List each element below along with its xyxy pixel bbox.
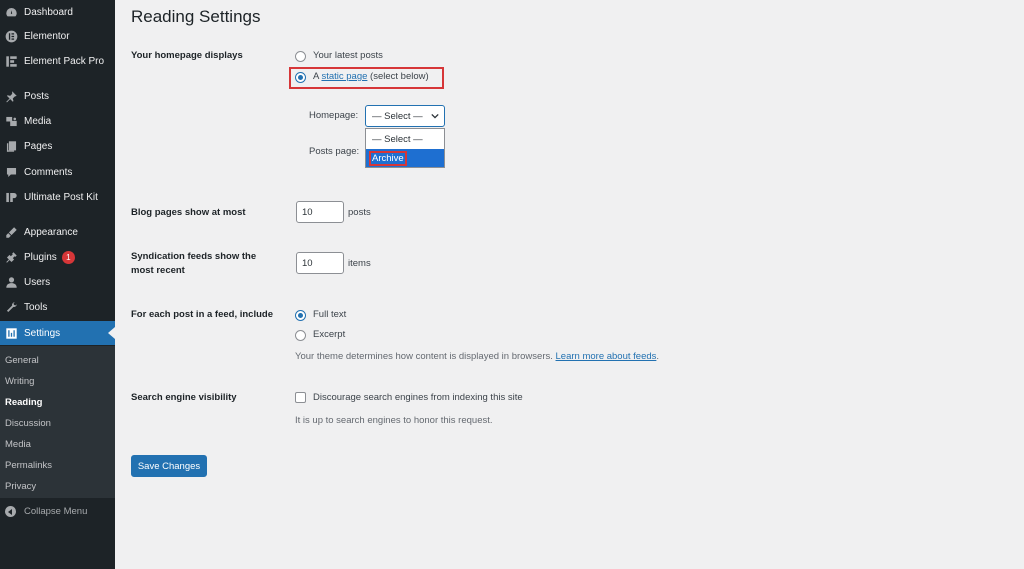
pages-icon bbox=[4, 139, 18, 153]
post-kit-icon bbox=[4, 190, 18, 204]
menu-label: Users bbox=[24, 276, 51, 288]
menu-label: Media bbox=[24, 115, 52, 127]
plugins-icon bbox=[4, 250, 18, 264]
settings-content: Reading Settings Your homepage displays … bbox=[115, 0, 1024, 569]
collapse-menu-button[interactable]: Collapse Menu bbox=[0, 506, 87, 517]
pin-icon bbox=[4, 89, 18, 103]
menu-label: Pages bbox=[24, 140, 53, 152]
menu-item-plugins[interactable]: Plugins 1 bbox=[0, 245, 115, 269]
appearance-icon bbox=[4, 225, 18, 239]
submenu-item-general[interactable]: General bbox=[5, 355, 39, 366]
latest-posts-label: Your latest posts bbox=[313, 50, 383, 61]
plugins-update-badge: 1 bbox=[61, 250, 75, 264]
static-suffix: (select below) bbox=[370, 71, 429, 82]
settings-submenu: General Writing Reading Discussion Media… bbox=[0, 346, 115, 498]
menu-item-settings[interactable]: Settings bbox=[0, 321, 115, 345]
posts-page-label: Posts page: bbox=[309, 146, 360, 157]
menu-item-dashboard[interactable]: Dashboard bbox=[0, 0, 115, 24]
submenu-item-discussion[interactable]: Discussion bbox=[5, 418, 51, 429]
menu-item-posts[interactable]: Posts bbox=[0, 84, 115, 108]
blog-pages-suffix: posts bbox=[348, 207, 371, 218]
full-text-radio[interactable] bbox=[295, 310, 306, 321]
archive-option-label: Archive bbox=[369, 150, 407, 166]
menu-label: Comments bbox=[24, 166, 73, 178]
homepage-dropdown-list: — Select — Archive bbox=[365, 128, 445, 168]
menu-item-elementor[interactable]: Elementor bbox=[0, 24, 115, 48]
blog-pages-label: Blog pages show at most bbox=[131, 207, 246, 218]
menu-label: Dashboard bbox=[24, 6, 73, 18]
search-visibility-note: It is up to search engines to honor this… bbox=[295, 415, 493, 426]
comments-icon bbox=[4, 165, 18, 179]
homepage-select-label: Homepage: bbox=[309, 110, 359, 121]
menu-item-comments[interactable]: Comments bbox=[0, 160, 115, 184]
static-page-option: A static page (select below) bbox=[313, 71, 429, 82]
dropdown-option-archive[interactable]: Archive bbox=[366, 149, 444, 167]
elementor-icon bbox=[4, 29, 18, 43]
menu-item-ultimate-post-kit[interactable]: Ultimate Post Kit bbox=[0, 185, 115, 209]
feed-note-period: . bbox=[656, 351, 660, 362]
element-pack-icon bbox=[4, 54, 18, 68]
syndication-label: Syndication feeds show the most recent bbox=[131, 250, 256, 278]
blog-pages-value: 10 bbox=[302, 206, 313, 218]
search-visibility-label: Search engine visibility bbox=[131, 392, 237, 403]
page-title: Reading Settings bbox=[131, 7, 261, 26]
current-menu-arrow bbox=[108, 327, 115, 339]
menu-item-users[interactable]: Users bbox=[0, 270, 115, 294]
submenu-item-permalinks[interactable]: Permalinks bbox=[5, 460, 52, 471]
latest-posts-radio[interactable] bbox=[295, 51, 306, 62]
syndication-label-line2: most recent bbox=[131, 265, 185, 276]
menu-label: Plugins bbox=[24, 251, 57, 263]
dashboard-icon bbox=[4, 5, 18, 19]
admin-sidebar: Dashboard Elementor Element Pack Pro Pos… bbox=[0, 0, 115, 569]
static-page-link[interactable]: static page bbox=[321, 71, 367, 82]
feed-description: Your theme determines how content is dis… bbox=[295, 351, 659, 362]
learn-more-feeds-link[interactable]: Learn more about feeds bbox=[556, 351, 657, 362]
media-icon bbox=[4, 114, 18, 128]
menu-item-pages[interactable]: Pages bbox=[0, 134, 115, 158]
static-prefix: A bbox=[313, 71, 319, 82]
settings-icon bbox=[4, 326, 18, 340]
feed-include-label: For each post in a feed, include bbox=[131, 309, 273, 320]
submenu-item-media[interactable]: Media bbox=[5, 439, 31, 450]
excerpt-label: Excerpt bbox=[313, 329, 346, 340]
tools-icon bbox=[4, 300, 18, 314]
menu-item-element-pack-pro[interactable]: Element Pack Pro bbox=[0, 49, 115, 73]
menu-label: Ultimate Post Kit bbox=[24, 191, 98, 203]
menu-label: Elementor bbox=[24, 30, 70, 42]
syndication-value: 10 bbox=[302, 257, 313, 269]
syndication-suffix: items bbox=[348, 258, 371, 269]
menu-label: Element Pack Pro bbox=[24, 55, 105, 67]
syndication-input[interactable]: 10 bbox=[296, 252, 344, 274]
users-icon bbox=[4, 275, 18, 289]
full-text-label: Full text bbox=[313, 309, 347, 320]
menu-label: Appearance bbox=[24, 226, 78, 238]
homepage-select[interactable]: — Select — bbox=[365, 105, 445, 127]
menu-item-media[interactable]: Media bbox=[0, 109, 115, 133]
static-page-radio[interactable] bbox=[295, 72, 306, 83]
collapse-menu-label: Collapse Menu bbox=[24, 506, 88, 517]
collapse-arrow-icon bbox=[5, 506, 16, 517]
blog-pages-input[interactable]: 10 bbox=[296, 201, 344, 223]
syndication-label-line1: Syndication feeds show the bbox=[131, 251, 257, 262]
menu-item-appearance[interactable]: Appearance bbox=[0, 220, 115, 244]
discourage-search-label: Discourage search engines from indexing … bbox=[313, 392, 523, 403]
menu-item-tools[interactable]: Tools bbox=[0, 295, 115, 319]
save-changes-button[interactable]: Save Changes bbox=[131, 455, 207, 477]
submenu-item-writing[interactable]: Writing bbox=[5, 376, 34, 387]
homepage-select-value: — Select — bbox=[372, 110, 423, 122]
feed-note-text: Your theme determines how content is dis… bbox=[295, 351, 553, 362]
dropdown-option-select[interactable]: — Select — bbox=[366, 130, 444, 148]
menu-label: Tools bbox=[24, 301, 48, 313]
submenu-item-privacy[interactable]: Privacy bbox=[5, 481, 36, 492]
chevron-down-icon bbox=[431, 113, 439, 119]
menu-label: Settings bbox=[24, 327, 61, 339]
discourage-search-checkbox[interactable] bbox=[295, 392, 306, 403]
menu-label: Posts bbox=[24, 90, 50, 102]
excerpt-radio[interactable] bbox=[295, 330, 306, 341]
submenu-item-reading[interactable]: Reading bbox=[5, 397, 42, 408]
homepage-displays-label: Your homepage displays bbox=[131, 50, 243, 61]
